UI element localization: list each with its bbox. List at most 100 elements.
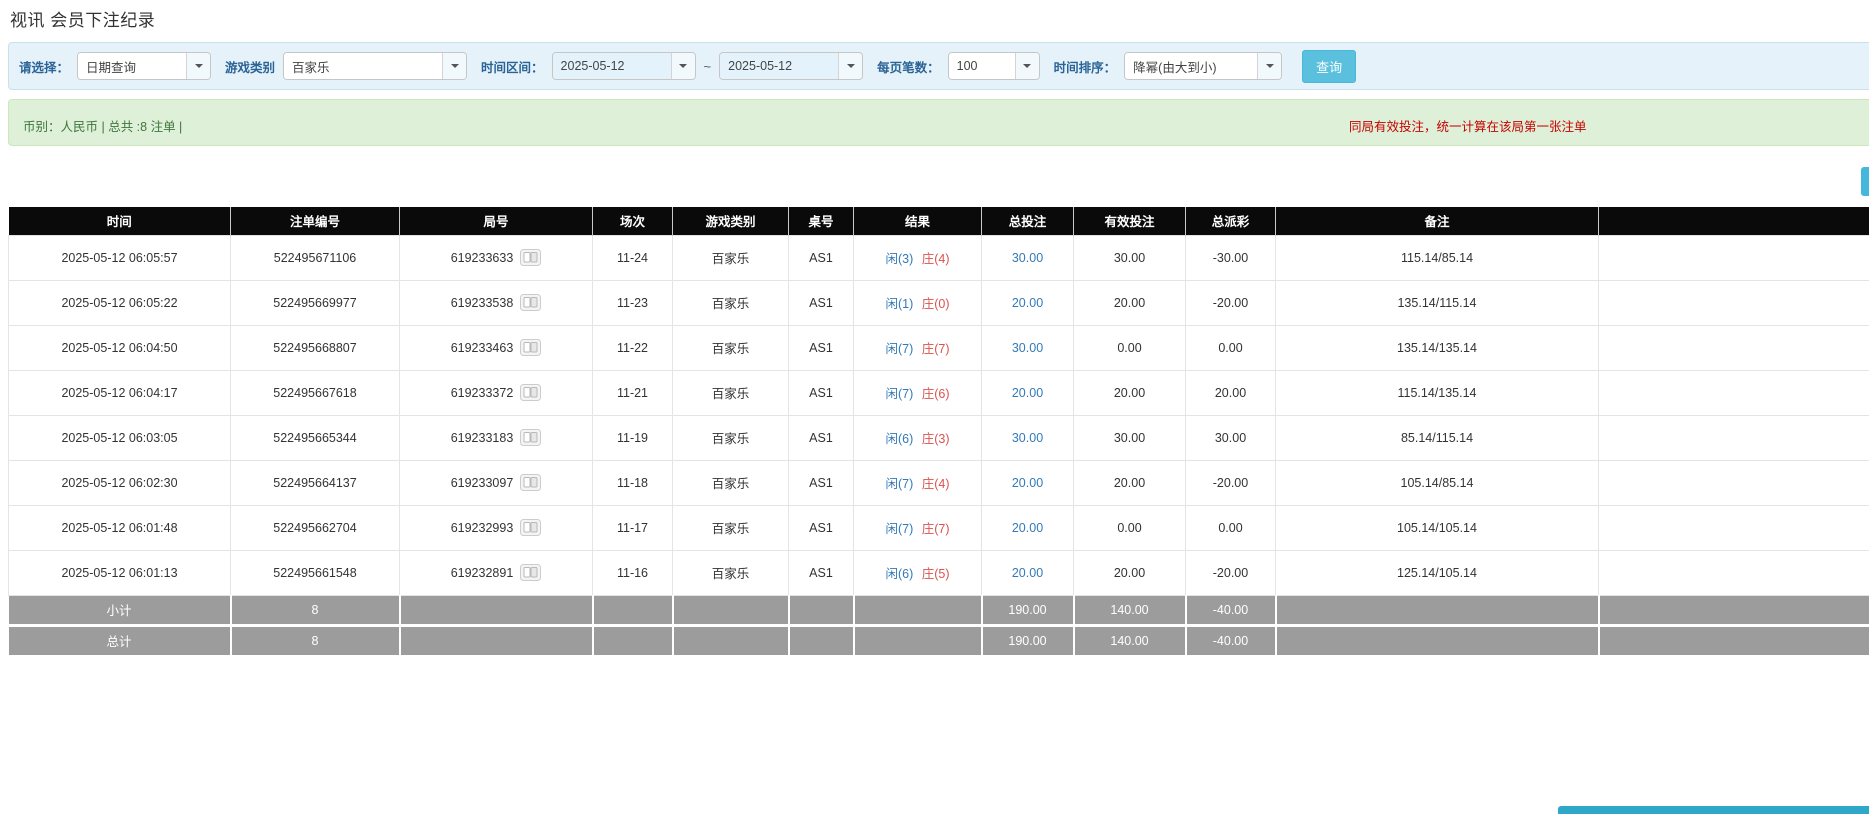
cell-bet-id: 522495671106: [231, 235, 400, 280]
game-type-dropdown-button[interactable]: [442, 53, 466, 79]
date-range-separator: ~: [704, 59, 712, 74]
cell-round-id: 619233633: [400, 235, 593, 280]
total-bet-link[interactable]: 20.00: [1012, 476, 1043, 490]
time-sort-label: 时间排序：: [1054, 57, 1117, 76]
cell-remark: 135.14/135.14: [1276, 325, 1599, 370]
total-bet-link[interactable]: 30.00: [1012, 251, 1043, 265]
round-detail-icon[interactable]: [520, 564, 541, 581]
round-detail-icon[interactable]: [520, 519, 541, 536]
grand-total-row: 总计 8 190.00 140.00 -40.00: [9, 625, 1869, 655]
cell-valid-bet: 30.00: [1074, 235, 1186, 280]
select-type-input[interactable]: [78, 53, 186, 79]
page-size-dropdown-button[interactable]: [1015, 53, 1039, 79]
result-banker: 庄(4): [922, 252, 950, 266]
total-bet-link[interactable]: 30.00: [1012, 431, 1043, 445]
table-row: 2025-05-12 06:01:48 522495662704 6192329…: [9, 505, 1869, 550]
subtotal-payout: -40.00: [1186, 595, 1276, 625]
cell-blank: [1599, 325, 1869, 370]
round-detail-icon[interactable]: [520, 339, 541, 356]
col-header-table-no: 桌号: [789, 207, 854, 235]
date-to-dropdown-button[interactable]: [838, 53, 862, 79]
cell-table-no: AS1: [789, 370, 854, 415]
table-row: 2025-05-12 06:05:22 522495669977 6192335…: [9, 280, 1869, 325]
table-row: 2025-05-12 06:05:57 522495671106 6192336…: [9, 235, 1869, 280]
valid-bet-note: 同局有效投注，统一计算在该局第一张注单: [1349, 116, 1587, 135]
cell-time: 2025-05-12 06:05:57: [9, 235, 231, 280]
export-button-partial[interactable]: [1861, 167, 1869, 196]
page-size-input[interactable]: [949, 53, 1015, 79]
result-banker: 庄(6): [922, 387, 950, 401]
cell-remark: 115.14/85.14: [1276, 235, 1599, 280]
round-detail-icon[interactable]: [520, 384, 541, 401]
cell-time: 2025-05-12 06:03:05: [9, 415, 231, 460]
cell-session: 11-18: [593, 460, 673, 505]
total-bet-link[interactable]: 20.00: [1012, 296, 1043, 310]
result-banker: 庄(7): [922, 342, 950, 356]
cell-round-id: 619233097: [400, 460, 593, 505]
subtotal-label: 小计: [9, 595, 231, 625]
cell-result: 闲(7) 庄(7): [854, 325, 982, 370]
total-bet-link[interactable]: 30.00: [1012, 341, 1043, 355]
chevron-down-icon: [679, 64, 687, 68]
grand-total-total-bet: 190.00: [982, 625, 1074, 655]
cell-total-bet: 20.00: [982, 550, 1074, 595]
round-detail-icon[interactable]: [520, 474, 541, 491]
col-header-result: 结果: [854, 207, 982, 235]
round-id-text: 619233372: [451, 386, 514, 400]
cell-remark: 115.14/135.14: [1276, 370, 1599, 415]
time-sort-combo: [1124, 52, 1282, 80]
total-bet-link[interactable]: 20.00: [1012, 521, 1043, 535]
time-sort-input[interactable]: [1125, 53, 1257, 79]
cell-game-type: 百家乐: [673, 280, 789, 325]
cell-result: 闲(7) 庄(4): [854, 460, 982, 505]
result-player: 闲(6): [885, 567, 913, 581]
col-header-total-bet: 总投注: [982, 207, 1074, 235]
time-sort-dropdown-button[interactable]: [1257, 53, 1281, 79]
cell-payout: -20.00: [1186, 280, 1276, 325]
table-header-row: 时间 注单编号 局号 场次 游戏类别 桌号 结果 总投注 有效投注 总派彩 备注: [9, 207, 1869, 235]
round-id-text: 619233183: [451, 431, 514, 445]
cell-round-id: 619233372: [400, 370, 593, 415]
round-detail-icon[interactable]: [520, 249, 541, 266]
cell-remark: 105.14/85.14: [1276, 460, 1599, 505]
cell-valid-bet: 20.00: [1074, 280, 1186, 325]
cell-bet-id: 522495665344: [231, 415, 400, 460]
result-player: 闲(7): [885, 477, 913, 491]
cell-remark: 85.14/115.14: [1276, 415, 1599, 460]
search-button[interactable]: 查询: [1302, 50, 1356, 83]
cell-table-no: AS1: [789, 460, 854, 505]
round-detail-icon[interactable]: [520, 294, 541, 311]
cell-valid-bet: 0.00: [1074, 325, 1186, 370]
table-row: 2025-05-12 06:04:17 522495667618 6192333…: [9, 370, 1869, 415]
game-type-input[interactable]: [284, 53, 442, 79]
table-row: 2025-05-12 06:04:50 522495668807 6192334…: [9, 325, 1869, 370]
round-id-text: 619233633: [451, 251, 514, 265]
cell-blank: [1599, 505, 1869, 550]
date-from-input[interactable]: [553, 53, 671, 79]
result-banker: 庄(3): [922, 432, 950, 446]
cell-round-id: 619233538: [400, 280, 593, 325]
cell-bet-id: 522495664137: [231, 460, 400, 505]
cell-blank: [1599, 460, 1869, 505]
result-player: 闲(7): [885, 522, 913, 536]
date-to-input[interactable]: [720, 53, 838, 79]
chevron-down-icon: [847, 64, 855, 68]
cell-payout: -30.00: [1186, 235, 1276, 280]
subtotal-count: 8: [231, 595, 400, 625]
col-header-round-id: 局号: [400, 207, 593, 235]
cell-result: 闲(6) 庄(3): [854, 415, 982, 460]
total-bet-link[interactable]: 20.00: [1012, 386, 1043, 400]
table-row: 2025-05-12 06:03:05 522495665344 6192331…: [9, 415, 1869, 460]
cell-time: 2025-05-12 06:01:48: [9, 505, 231, 550]
select-type-dropdown-button[interactable]: [186, 53, 210, 79]
round-detail-icon[interactable]: [520, 429, 541, 446]
bottom-widget-partial[interactable]: [1558, 806, 1869, 814]
cell-bet-id: 522495662704: [231, 505, 400, 550]
total-bet-link[interactable]: 20.00: [1012, 566, 1043, 580]
cell-bet-id: 522495668807: [231, 325, 400, 370]
date-from-dropdown-button[interactable]: [671, 53, 695, 79]
cell-blank: [1599, 370, 1869, 415]
result-banker: 庄(4): [922, 477, 950, 491]
result-player: 闲(6): [885, 432, 913, 446]
cell-result: 闲(6) 庄(5): [854, 550, 982, 595]
